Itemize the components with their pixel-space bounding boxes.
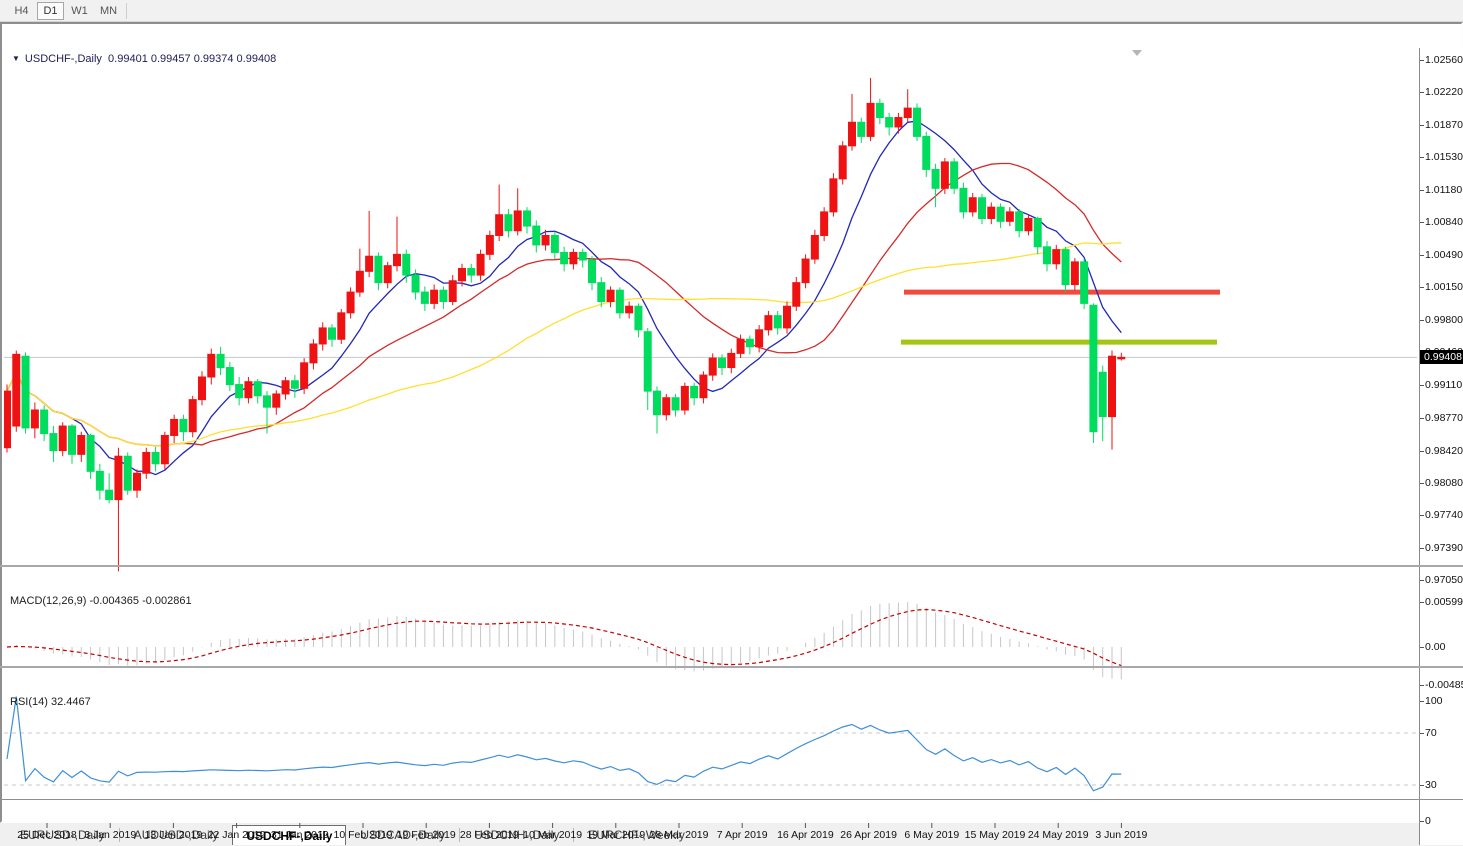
axis-tick xyxy=(1420,287,1424,288)
price-axis-label: 0.99800 xyxy=(1425,314,1463,326)
time-axis-label: 31 Jan 2019 xyxy=(271,829,329,841)
axis-tick xyxy=(1420,157,1424,158)
time-axis-label: 15 May 2019 xyxy=(965,829,1026,841)
rsi-pane-resize-handle[interactable] xyxy=(0,666,1463,668)
price-axis-label: 1.01530 xyxy=(1425,151,1463,163)
price-axis-label: 0.98080 xyxy=(1425,477,1463,489)
price-axis-label: 1.01870 xyxy=(1425,119,1463,131)
axis-tick xyxy=(1420,60,1424,61)
indicator-list-arrow-icon: ▼ xyxy=(12,54,20,63)
rsi-axis-label: 30 xyxy=(1425,779,1437,791)
rsi-axis-label: 100 xyxy=(1425,695,1443,707)
axis-tick xyxy=(1420,92,1424,93)
time-axis-label: 25 Dec 2018 xyxy=(17,829,77,841)
rsi-axis-label: 70 xyxy=(1425,727,1437,739)
chart-symbol-label: USDCHF-,Daily xyxy=(25,53,102,65)
time-axis-label: 10 Feb 2019 xyxy=(334,829,393,841)
axis-tick xyxy=(1420,548,1424,549)
price-axis-label: 1.02560 xyxy=(1425,54,1463,66)
time-axis-label: 16 Apr 2019 xyxy=(777,829,834,841)
price-axis-label: 0.98420 xyxy=(1425,445,1463,457)
time-axis-label: 28 Feb 2019 xyxy=(460,829,519,841)
axis-tick xyxy=(1420,785,1424,786)
axis-tick xyxy=(1420,685,1424,686)
axis-tick xyxy=(1420,451,1424,452)
time-axis-label: 26 Apr 2019 xyxy=(840,829,897,841)
axis-tick xyxy=(1420,385,1424,386)
axis-tick xyxy=(1420,190,1424,191)
axis-tick xyxy=(1420,701,1424,702)
rsi-indicator-label: RSI(14) 32.4467 xyxy=(10,696,91,708)
axis-tick xyxy=(1420,418,1424,419)
axis-tick xyxy=(1420,255,1424,256)
time-axis-label: 3 Jun 2019 xyxy=(1095,829,1147,841)
time-axis-label: 24 May 2019 xyxy=(1028,829,1089,841)
ohlc-close: 0.99408 xyxy=(237,53,277,65)
price-axis-label: 0.99110 xyxy=(1425,379,1462,391)
time-axis-label: 3 Jan 2019 xyxy=(84,829,136,841)
ohlc-high: 0.99457 xyxy=(151,53,191,65)
axis-tick xyxy=(1420,821,1424,822)
timeframe-button-mn[interactable]: MN xyxy=(95,2,122,20)
time-axis-label: 28 Mar 2019 xyxy=(650,829,709,841)
axis-tick xyxy=(1420,580,1424,581)
time-axis-label: 19 Mar 2019 xyxy=(586,829,645,841)
price-axis: 1.02560 1.02220 1.01870 1.01530 1.01180 1.008… xyxy=(1419,48,1463,845)
macd-axis-label: 0.00 xyxy=(1425,641,1445,653)
time-axis-border xyxy=(0,799,1463,800)
time-axis-label: 7 Apr 2019 xyxy=(717,829,768,841)
price-axis-label: 0.97050 xyxy=(1425,574,1463,586)
axis-tick xyxy=(1420,647,1424,648)
chart-shift-marker-icon[interactable] xyxy=(1132,50,1142,56)
timeframe-button-d1[interactable]: D1 xyxy=(37,2,64,20)
axis-tick xyxy=(1420,515,1424,516)
price-axis-label: 0.97390 xyxy=(1425,542,1463,554)
time-axis-label: 22 Jan 2019 xyxy=(208,829,266,841)
time-axis-label: 19 Feb 2019 xyxy=(397,829,456,841)
axis-tick xyxy=(1420,602,1424,603)
chart-ohlc-header: ▼ USDCHF-,Daily 0.99401 0.99457 0.99374 0… xyxy=(12,53,276,65)
price-axis-label: 1.00150 xyxy=(1425,281,1463,293)
time-axis-label: 10 Mar 2019 xyxy=(523,829,582,841)
axis-tick xyxy=(1420,320,1424,321)
toolbar-divider xyxy=(126,3,127,19)
price-axis-label: 0.97740 xyxy=(1425,509,1463,521)
timeframe-toolbar: H4D1W1MN xyxy=(0,0,1463,22)
macd-axis-label: -0.004858 xyxy=(1425,679,1463,691)
current-price-tag: 0.99408 xyxy=(1420,350,1463,364)
time-axis-label: 6 May 2019 xyxy=(904,829,959,841)
macd-indicator-label: MACD(12,26,9) -0.004365 -0.002861 xyxy=(10,595,192,607)
rsi-axis-label: 0 xyxy=(1425,815,1431,827)
axis-tick xyxy=(1420,222,1424,223)
chart-window: ▼ USDCHF-,Daily 0.99401 0.99457 0.99374 0… xyxy=(0,22,1463,823)
price-axis-label: 1.00490 xyxy=(1425,249,1463,261)
price-axis-label: 1.00840 xyxy=(1425,216,1463,228)
axis-tick xyxy=(1420,733,1424,734)
axis-tick xyxy=(1420,483,1424,484)
price-axis-label: 0.98770 xyxy=(1425,412,1463,424)
ohlc-low: 0.99374 xyxy=(194,53,234,65)
ohlc-open: 0.99401 xyxy=(108,53,148,65)
chart-canvas[interactable] xyxy=(4,48,1417,846)
axis-tick xyxy=(1420,125,1424,126)
timeframe-button-w1[interactable]: W1 xyxy=(66,2,93,20)
macd-axis-label: 0.005999 xyxy=(1425,596,1463,608)
timeframe-button-h4[interactable]: H4 xyxy=(8,2,35,20)
price-axis-label: 1.01180 xyxy=(1425,184,1462,196)
time-axis-label: 13 Jan 2019 xyxy=(144,829,202,841)
price-axis-label: 1.02220 xyxy=(1425,86,1463,98)
macd-pane-resize-handle[interactable] xyxy=(0,565,1463,567)
